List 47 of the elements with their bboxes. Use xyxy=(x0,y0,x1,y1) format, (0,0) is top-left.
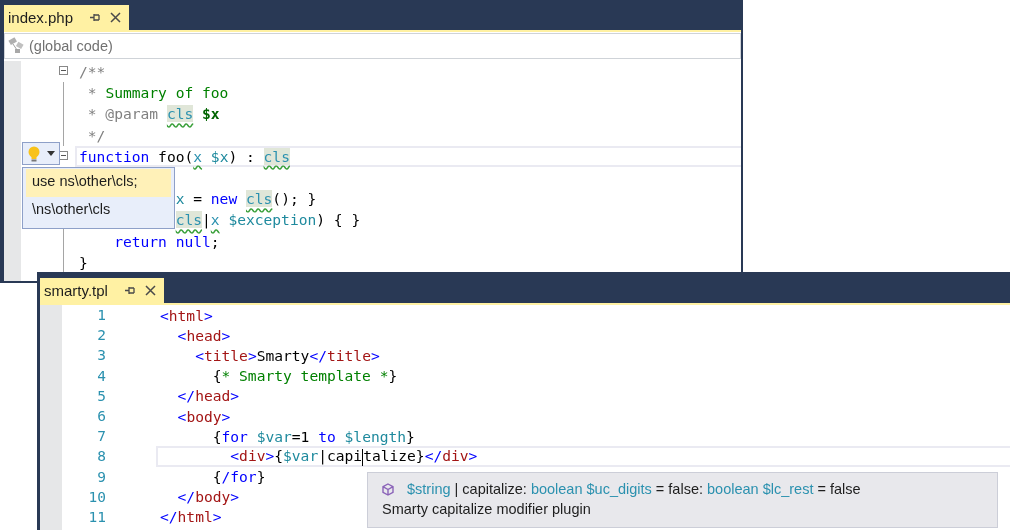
code-line: <body> xyxy=(176,407,231,425)
line-number: 1 xyxy=(96,306,106,325)
line-number: 7 xyxy=(96,427,106,447)
line-number: 9 xyxy=(96,467,106,487)
pin-icon[interactable] xyxy=(89,12,101,23)
code-line: {* Smarty template *} xyxy=(211,367,398,385)
code-line: * Summary of foo xyxy=(86,84,229,102)
description-text: Smarty capitalize modifier plugin xyxy=(382,501,592,517)
code-line: * @param cls $x xyxy=(86,105,220,123)
code-line: /** xyxy=(79,63,106,81)
line-number: 8 xyxy=(96,447,106,467)
close-icon[interactable] xyxy=(144,285,156,296)
cube-icon xyxy=(382,482,394,496)
line-number: 5 xyxy=(96,386,106,406)
line-number: 10 xyxy=(87,487,106,507)
function-signature: $string | capitalize: boolean $uc_digits = false: boolean $lc_rest = false xyxy=(407,481,861,497)
code-line: {for $var=1 to $length} xyxy=(211,427,415,445)
navigation-dropdown[interactable]: (global code) xyxy=(4,33,741,59)
pin-icon[interactable] xyxy=(123,285,135,296)
code-line: */ xyxy=(86,126,106,144)
code-line: } xyxy=(79,253,88,271)
line-number: 3 xyxy=(96,346,106,366)
quick-action-item[interactable]: \ns\other\cls xyxy=(26,197,171,225)
code-line: </body> xyxy=(176,488,240,506)
code-line: </html> xyxy=(160,508,222,526)
tab-title: smarty.tpl xyxy=(44,282,108,299)
line-number: 2 xyxy=(96,326,106,346)
code-line: </head> xyxy=(176,387,240,405)
code-line: function foo(x $x) : cls xyxy=(79,147,290,165)
line-number: 4 xyxy=(96,366,106,386)
lightbulb-icon xyxy=(27,144,41,163)
line-number: 6 xyxy=(96,406,106,426)
code-line: <title>Smarty</title> xyxy=(194,346,380,364)
document-tab[interactable]: smarty.tpl xyxy=(40,278,164,303)
code-line: <div>{$var|capi talize}</div> xyxy=(229,447,478,466)
document-tab[interactable]: index.php xyxy=(4,5,130,30)
code-line: <html> xyxy=(160,306,213,324)
code-line: {/for} xyxy=(211,468,266,486)
line-number: 11 xyxy=(87,507,106,527)
quick-action-item[interactable]: use ns\other\cls; xyxy=(26,169,171,197)
code-line: <head> xyxy=(176,326,231,344)
caret-icon xyxy=(47,151,55,156)
collapse-icon[interactable] xyxy=(59,66,68,75)
code-line: return null; xyxy=(113,232,220,250)
close-icon[interactable] xyxy=(110,12,122,23)
tab-title: index.php xyxy=(8,9,74,26)
quick-actions-button[interactable] xyxy=(22,142,60,165)
